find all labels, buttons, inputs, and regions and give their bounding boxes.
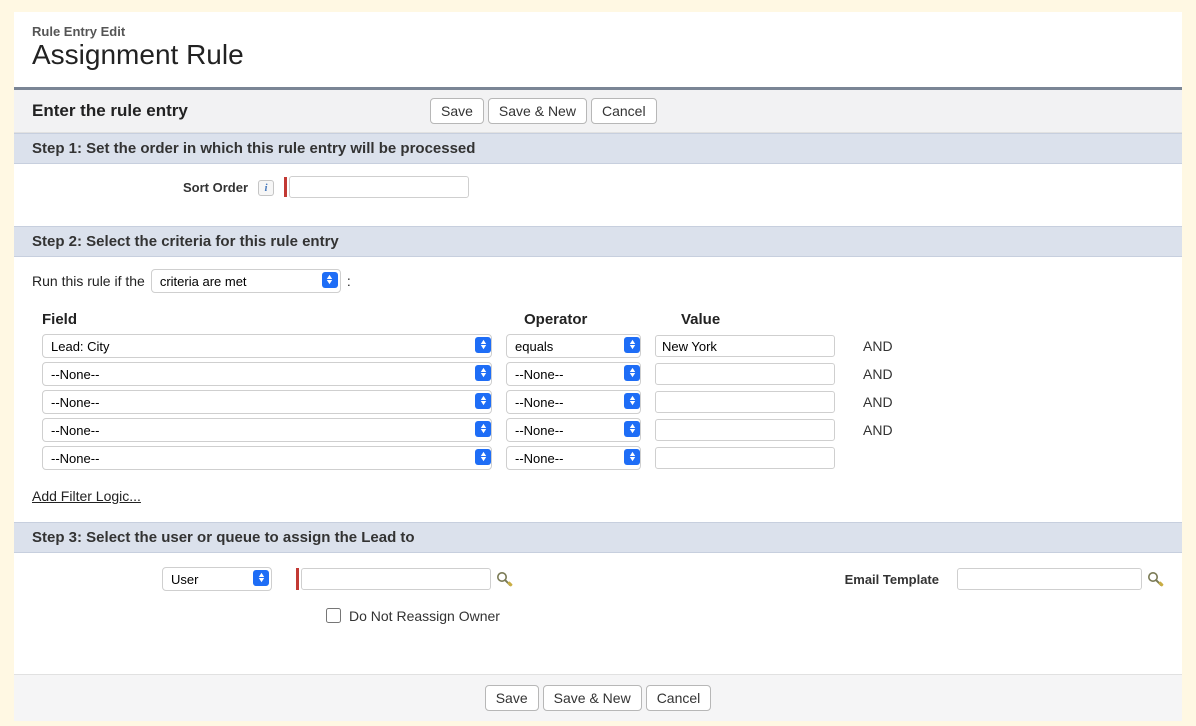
criteria-mode-select[interactable]: criteria are met — [151, 269, 341, 293]
do-not-reassign-owner-label: Do Not Reassign Owner — [349, 608, 500, 624]
footer-button-bar: Save Save & New Cancel — [14, 674, 1182, 721]
save-and-new-button[interactable]: Save & New — [543, 685, 642, 711]
section-enter-rule: Enter the rule entry Save Save & New Can… — [14, 90, 1182, 133]
assignee-type-select[interactable]: User — [162, 567, 272, 591]
criteria-colon: : — [347, 273, 351, 289]
sort-order-input[interactable] — [289, 176, 469, 198]
criteria-field-select[interactable]: Lead: City — [42, 334, 492, 358]
do-not-reassign-owner-checkbox[interactable] — [326, 608, 341, 623]
criteria-operator-select[interactable]: --None-- — [506, 362, 641, 386]
page-eyebrow: Rule Entry Edit — [32, 24, 1164, 39]
email-template-label: Email Template — [845, 572, 957, 587]
criteria-operator-select[interactable]: equals — [506, 334, 641, 358]
criteria-logic-label: AND — [863, 394, 893, 410]
criteria-field-select[interactable]: --None-- — [42, 446, 492, 470]
criteria-value-input[interactable] — [655, 363, 835, 385]
criteria-header-operator: Operator — [524, 311, 669, 328]
email-template-input[interactable] — [957, 568, 1142, 590]
step2-heading: Step 2: Select the criteria for this rul… — [14, 226, 1182, 257]
sort-order-label: Sort Order — [32, 180, 252, 195]
save-button[interactable]: Save — [430, 98, 484, 124]
cancel-button[interactable]: Cancel — [646, 685, 712, 711]
criteria-operator-select[interactable]: --None-- — [506, 418, 641, 442]
criteria-logic-label: AND — [863, 366, 893, 382]
lookup-icon[interactable] — [1146, 570, 1164, 588]
criteria-logic-label: AND — [863, 338, 893, 354]
criteria-field-select[interactable]: --None-- — [42, 418, 492, 442]
section-enter-rule-label: Enter the rule entry — [32, 101, 430, 121]
criteria-operator-select[interactable]: --None-- — [506, 390, 641, 414]
cancel-button[interactable]: Cancel — [591, 98, 657, 124]
criteria-value-input[interactable] — [655, 419, 835, 441]
step3-body: User Email Template — [14, 553, 1182, 674]
required-indicator — [284, 177, 287, 197]
save-and-new-button[interactable]: Save & New — [488, 98, 587, 124]
criteria-row: --None-- --None-- AND — [42, 362, 1154, 386]
criteria-row: --None-- --None-- AND — [42, 418, 1154, 442]
required-indicator — [296, 568, 299, 590]
add-filter-logic-link[interactable]: Add Filter Logic... — [32, 488, 141, 504]
step3-heading: Step 3: Select the user or queue to assi… — [14, 522, 1182, 553]
step2-body: Run this rule if the criteria are met : … — [14, 257, 1182, 522]
criteria-field-select[interactable]: --None-- — [42, 390, 492, 414]
criteria-grid: Field Operator Value Lead: City equals — [32, 311, 1164, 470]
criteria-mode-select-wrap: criteria are met — [151, 269, 341, 293]
criteria-logic-label: AND — [863, 422, 893, 438]
save-button[interactable]: Save — [485, 685, 539, 711]
criteria-row: --None-- --None-- — [42, 446, 1154, 470]
step1-body: Sort Order i — [14, 164, 1182, 226]
criteria-row: Lead: City equals AND — [42, 334, 1154, 358]
criteria-row: --None-- --None-- AND — [42, 390, 1154, 414]
step1-heading: Step 1: Set the order in which this rule… — [14, 133, 1182, 164]
page-title: Assignment Rule — [32, 39, 1164, 71]
run-rule-prefix: Run this rule if the — [32, 273, 145, 289]
criteria-operator-select[interactable]: --None-- — [506, 446, 641, 470]
assignee-lookup-input[interactable] — [301, 568, 491, 590]
top-button-row: Save Save & New Cancel — [430, 98, 657, 124]
criteria-value-input[interactable] — [655, 391, 835, 413]
criteria-header-field: Field — [42, 311, 512, 328]
criteria-value-input[interactable] — [655, 447, 835, 469]
lookup-icon[interactable] — [495, 570, 513, 588]
criteria-header-value: Value — [681, 311, 866, 328]
criteria-value-input[interactable] — [655, 335, 835, 357]
info-icon[interactable]: i — [258, 180, 274, 196]
criteria-field-select[interactable]: --None-- — [42, 362, 492, 386]
